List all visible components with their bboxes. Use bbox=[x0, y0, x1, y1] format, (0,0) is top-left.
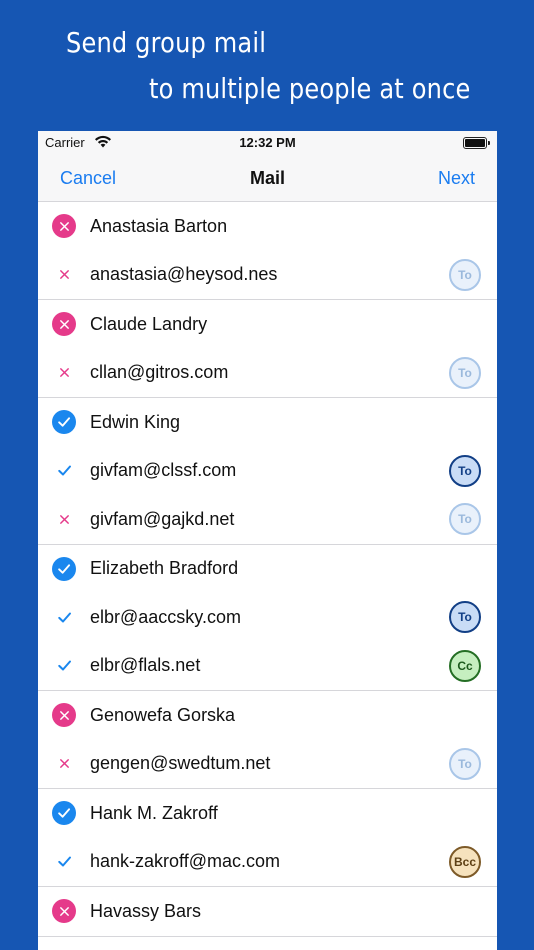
contact-name: Anastasia Barton bbox=[90, 215, 228, 236]
contact-name: Hank M. Zakroff bbox=[90, 802, 218, 823]
contact-name: Edwin King bbox=[90, 411, 181, 432]
contact-group: Elizabeth Bradford elbr@aaccsky.com To elbr… bbox=[38, 545, 497, 691]
checkmark-icon[interactable] bbox=[56, 658, 72, 674]
x-icon[interactable] bbox=[56, 756, 72, 772]
contact-group: Anastasia Barton anastasia@heysod.nes To bbox=[38, 202, 497, 300]
contact-row[interactable]: Hank M. Zakroff bbox=[38, 789, 497, 838]
checkmark-icon[interactable] bbox=[56, 609, 72, 625]
contact-name: Elizabeth Bradford bbox=[90, 558, 239, 579]
contact-name: Claude Landry bbox=[90, 313, 208, 334]
email-row[interactable]: elbr@aaccsky.com To bbox=[38, 593, 497, 642]
page-title: Mail bbox=[249, 168, 285, 188]
email-row[interactable]: anastasia@heysod.nes To bbox=[38, 251, 497, 300]
recipient-type-button[interactable]: To bbox=[449, 601, 481, 634]
x-icon[interactable] bbox=[56, 267, 72, 283]
email-row[interactable]: givfam@gajkd.net To bbox=[38, 495, 497, 544]
promo-line-1: Send group mail bbox=[66, 26, 267, 59]
contact-row[interactable]: Claude Landry bbox=[38, 300, 497, 349]
contact-row[interactable]: Havassy Bars bbox=[38, 887, 497, 936]
promo-line-2: to multiple people at once bbox=[149, 72, 471, 105]
x-circle-icon[interactable] bbox=[52, 899, 76, 924]
battery-icon bbox=[463, 137, 490, 149]
email-address: givfam@gajkd.net bbox=[90, 508, 235, 529]
email-row[interactable]: gengen@swedtum.net To bbox=[38, 740, 497, 789]
email-address: givfam@clssf.com bbox=[90, 460, 237, 481]
navigation-bar: Cancel Mail Next bbox=[38, 156, 497, 202]
recipient-type-button[interactable]: To bbox=[449, 258, 481, 291]
checkmark-circle-icon[interactable] bbox=[52, 410, 76, 435]
contact-row[interactable]: Edwin King bbox=[38, 398, 497, 447]
contact-name: Genowefa Gorska bbox=[90, 704, 236, 725]
recipient-type-button[interactable]: To bbox=[449, 454, 481, 487]
contact-row[interactable]: Genowefa Gorska bbox=[38, 691, 497, 740]
email-row[interactable]: cllan@gitros.com To bbox=[38, 349, 497, 398]
x-icon[interactable] bbox=[56, 511, 72, 527]
x-circle-icon[interactable] bbox=[52, 214, 76, 239]
recipient-type-button[interactable]: Bcc bbox=[449, 845, 481, 878]
recipient-type-button[interactable]: To bbox=[449, 747, 481, 780]
contact-row[interactable]: Anastasia Barton bbox=[38, 202, 497, 251]
checkmark-circle-icon[interactable] bbox=[52, 556, 76, 581]
x-circle-icon[interactable] bbox=[52, 703, 76, 728]
email-address: gengen@swedtum.net bbox=[90, 753, 271, 774]
contact-group: Hank M. Zakroff hank-zakroff@mac.com Bcc bbox=[38, 789, 497, 887]
contact-list: Anastasia Barton anastasia@heysod.nes To Cl… bbox=[38, 202, 497, 937]
checkmark-icon[interactable] bbox=[56, 463, 72, 479]
checkmark-circle-icon[interactable] bbox=[52, 801, 76, 826]
email-address: elbr@aaccsky.com bbox=[90, 606, 241, 627]
contact-row[interactable]: Elizabeth Bradford bbox=[38, 545, 497, 594]
checkmark-icon[interactable] bbox=[56, 854, 72, 870]
contact-group: Edwin King givfam@clssf.com To givfam@gajkd… bbox=[38, 398, 497, 545]
contact-group: Havassy Bars bbox=[38, 887, 497, 937]
recipient-type-button[interactable]: Cc bbox=[449, 649, 481, 682]
email-address: hank-zakroff@mac.com bbox=[90, 851, 281, 872]
recipient-type-button[interactable]: To bbox=[449, 356, 481, 389]
email-address: anastasia@heysod.nes bbox=[90, 264, 278, 285]
phone-screen: Carrier 12:32 PM Cancel Mail Next Anasta… bbox=[38, 131, 497, 950]
contact-group: Genowefa Gorska gengen@swedtum.net To bbox=[38, 691, 497, 789]
email-row[interactable]: elbr@flals.net Cc bbox=[38, 642, 497, 691]
x-icon[interactable] bbox=[56, 365, 72, 381]
email-address: cllan@gitros.com bbox=[90, 362, 229, 383]
email-row[interactable]: hank-zakroff@mac.com Bcc bbox=[38, 838, 497, 887]
contact-group: Claude Landry cllan@gitros.com To bbox=[38, 300, 497, 398]
contact-name: Havassy Bars bbox=[90, 900, 202, 921]
next-button[interactable]: Next bbox=[438, 168, 475, 189]
status-time: 12:32 PM bbox=[239, 135, 296, 150]
status-bar: Carrier 12:32 PM bbox=[38, 131, 497, 156]
email-address: elbr@flals.net bbox=[90, 655, 201, 676]
x-circle-icon[interactable] bbox=[52, 312, 76, 337]
email-row[interactable]: givfam@clssf.com To bbox=[38, 447, 497, 496]
recipient-type-button[interactable]: To bbox=[449, 503, 481, 536]
